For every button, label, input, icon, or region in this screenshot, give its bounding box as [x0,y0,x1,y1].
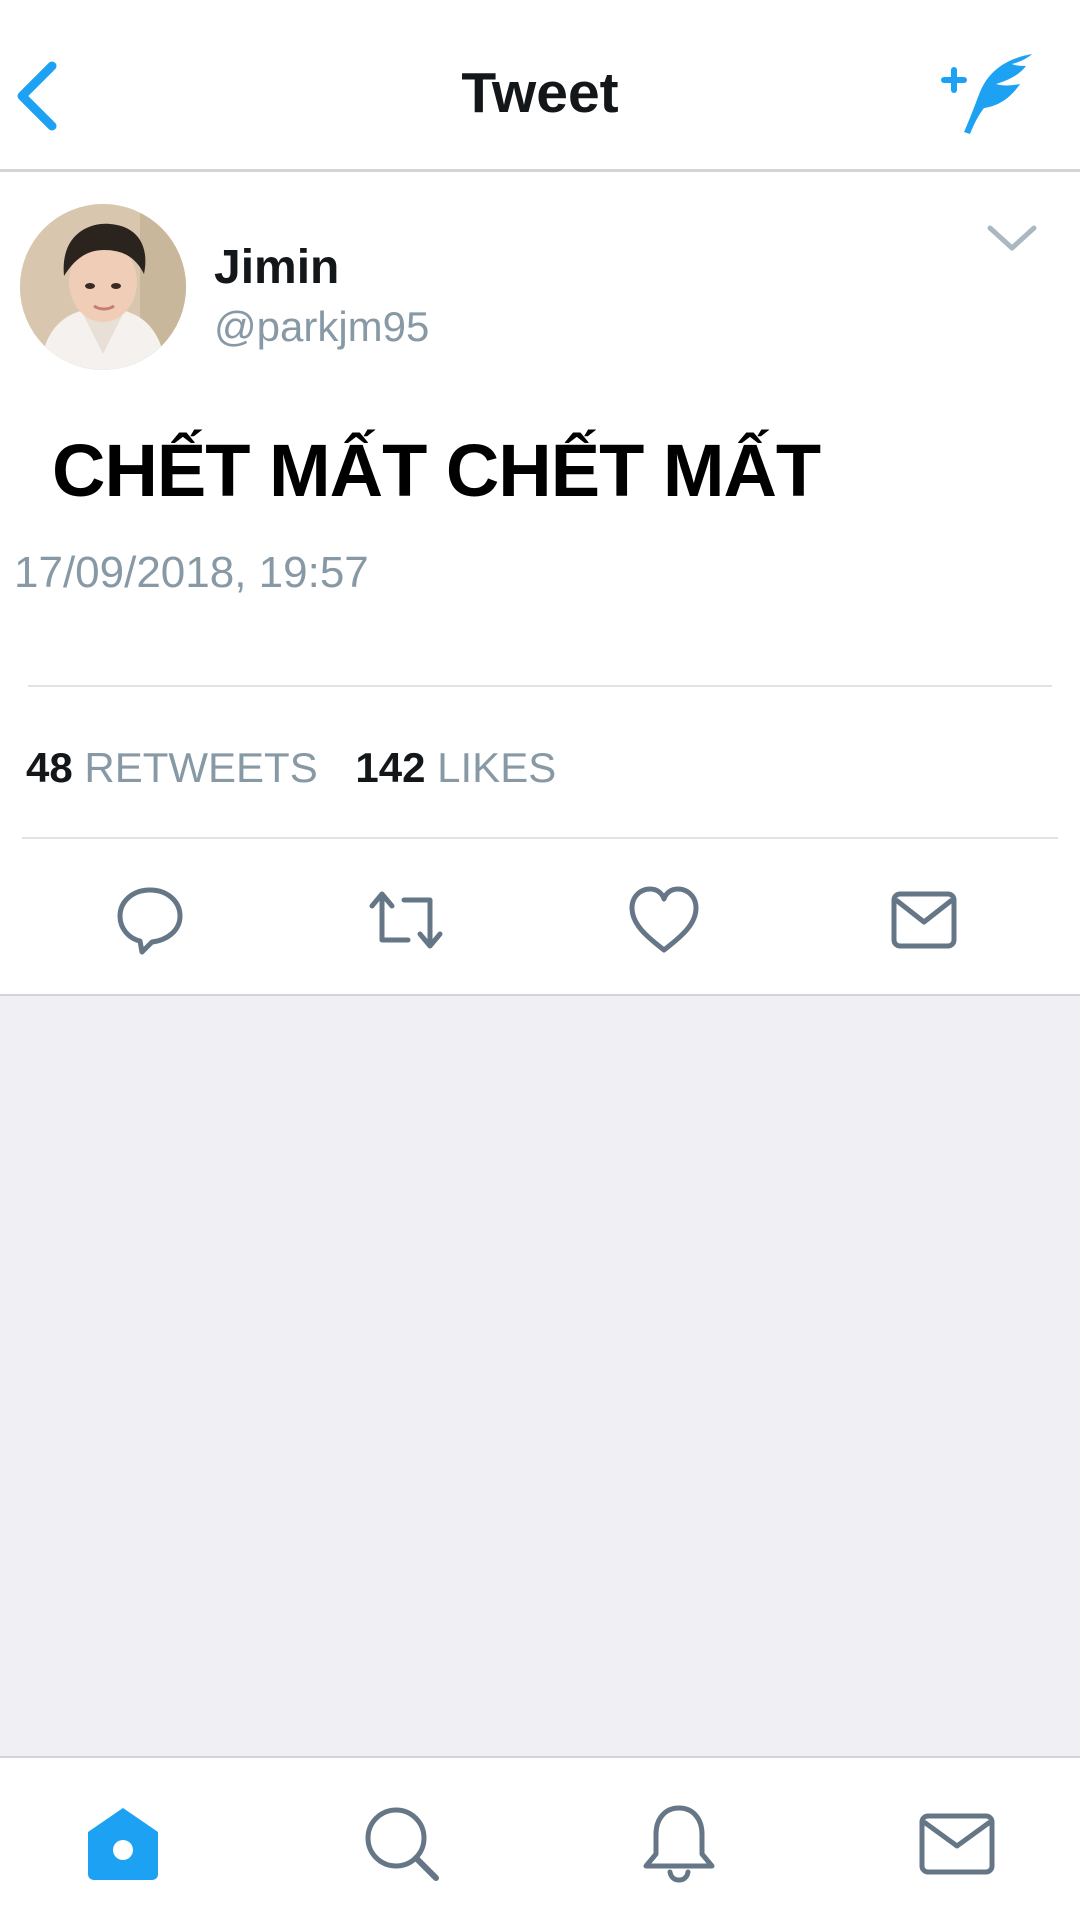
tweet-detail-screen: Tweet Jimin @parkjm95 CHẾT MẤT CHẾT MẤT … [0,0,1080,1920]
retweets-label[interactable]: RETWEETS [84,744,317,791]
retweet-icon [369,891,443,949]
author-name[interactable]: Jimin [214,240,339,295]
divider [22,837,1058,839]
like-button[interactable] [626,882,702,958]
empty-replies-area [0,994,1080,1756]
reply-button[interactable] [112,882,188,958]
tab-home[interactable] [82,1802,164,1884]
like-count[interactable]: 142 [355,744,425,791]
home-icon [88,1808,158,1880]
tab-notifications[interactable] [638,1802,720,1884]
messages-icon [919,1813,995,1875]
search-icon [365,1807,439,1881]
retweet-button[interactable] [368,882,444,958]
tab-messages[interactable] [916,1802,998,1884]
page-title: Tweet [461,61,619,125]
notifications-icon [643,1805,715,1883]
tab-search[interactable] [360,1802,442,1884]
bottom-tab-bar [0,1756,1080,1920]
tweet-text: CHẾT MẤT CHẾT MẤT [52,429,821,512]
likes-label[interactable]: LIKES [437,744,556,791]
tweet-timestamp: 17/09/2018, 19:57 [14,548,369,597]
retweet-count[interactable]: 48 [26,744,73,791]
profile-photo [20,204,186,370]
avatar[interactable] [20,204,186,370]
like-icon [629,886,699,953]
direct-message-button[interactable] [886,882,962,958]
tweet-options-button[interactable] [982,218,1042,258]
author-handle[interactable]: @parkjm95 [214,303,429,351]
tweet-actions [0,846,1080,994]
reply-icon [117,887,183,955]
direct-message-icon [891,891,957,949]
divider [28,685,1052,687]
tweet-stats: 48 RETWEETS 142 LIKES [26,744,582,792]
chevron-down-icon [987,225,1037,251]
compose-tweet-icon [941,54,1032,134]
top-nav-bar: Tweet [0,0,1080,172]
compose-tweet-button[interactable] [940,48,1040,138]
